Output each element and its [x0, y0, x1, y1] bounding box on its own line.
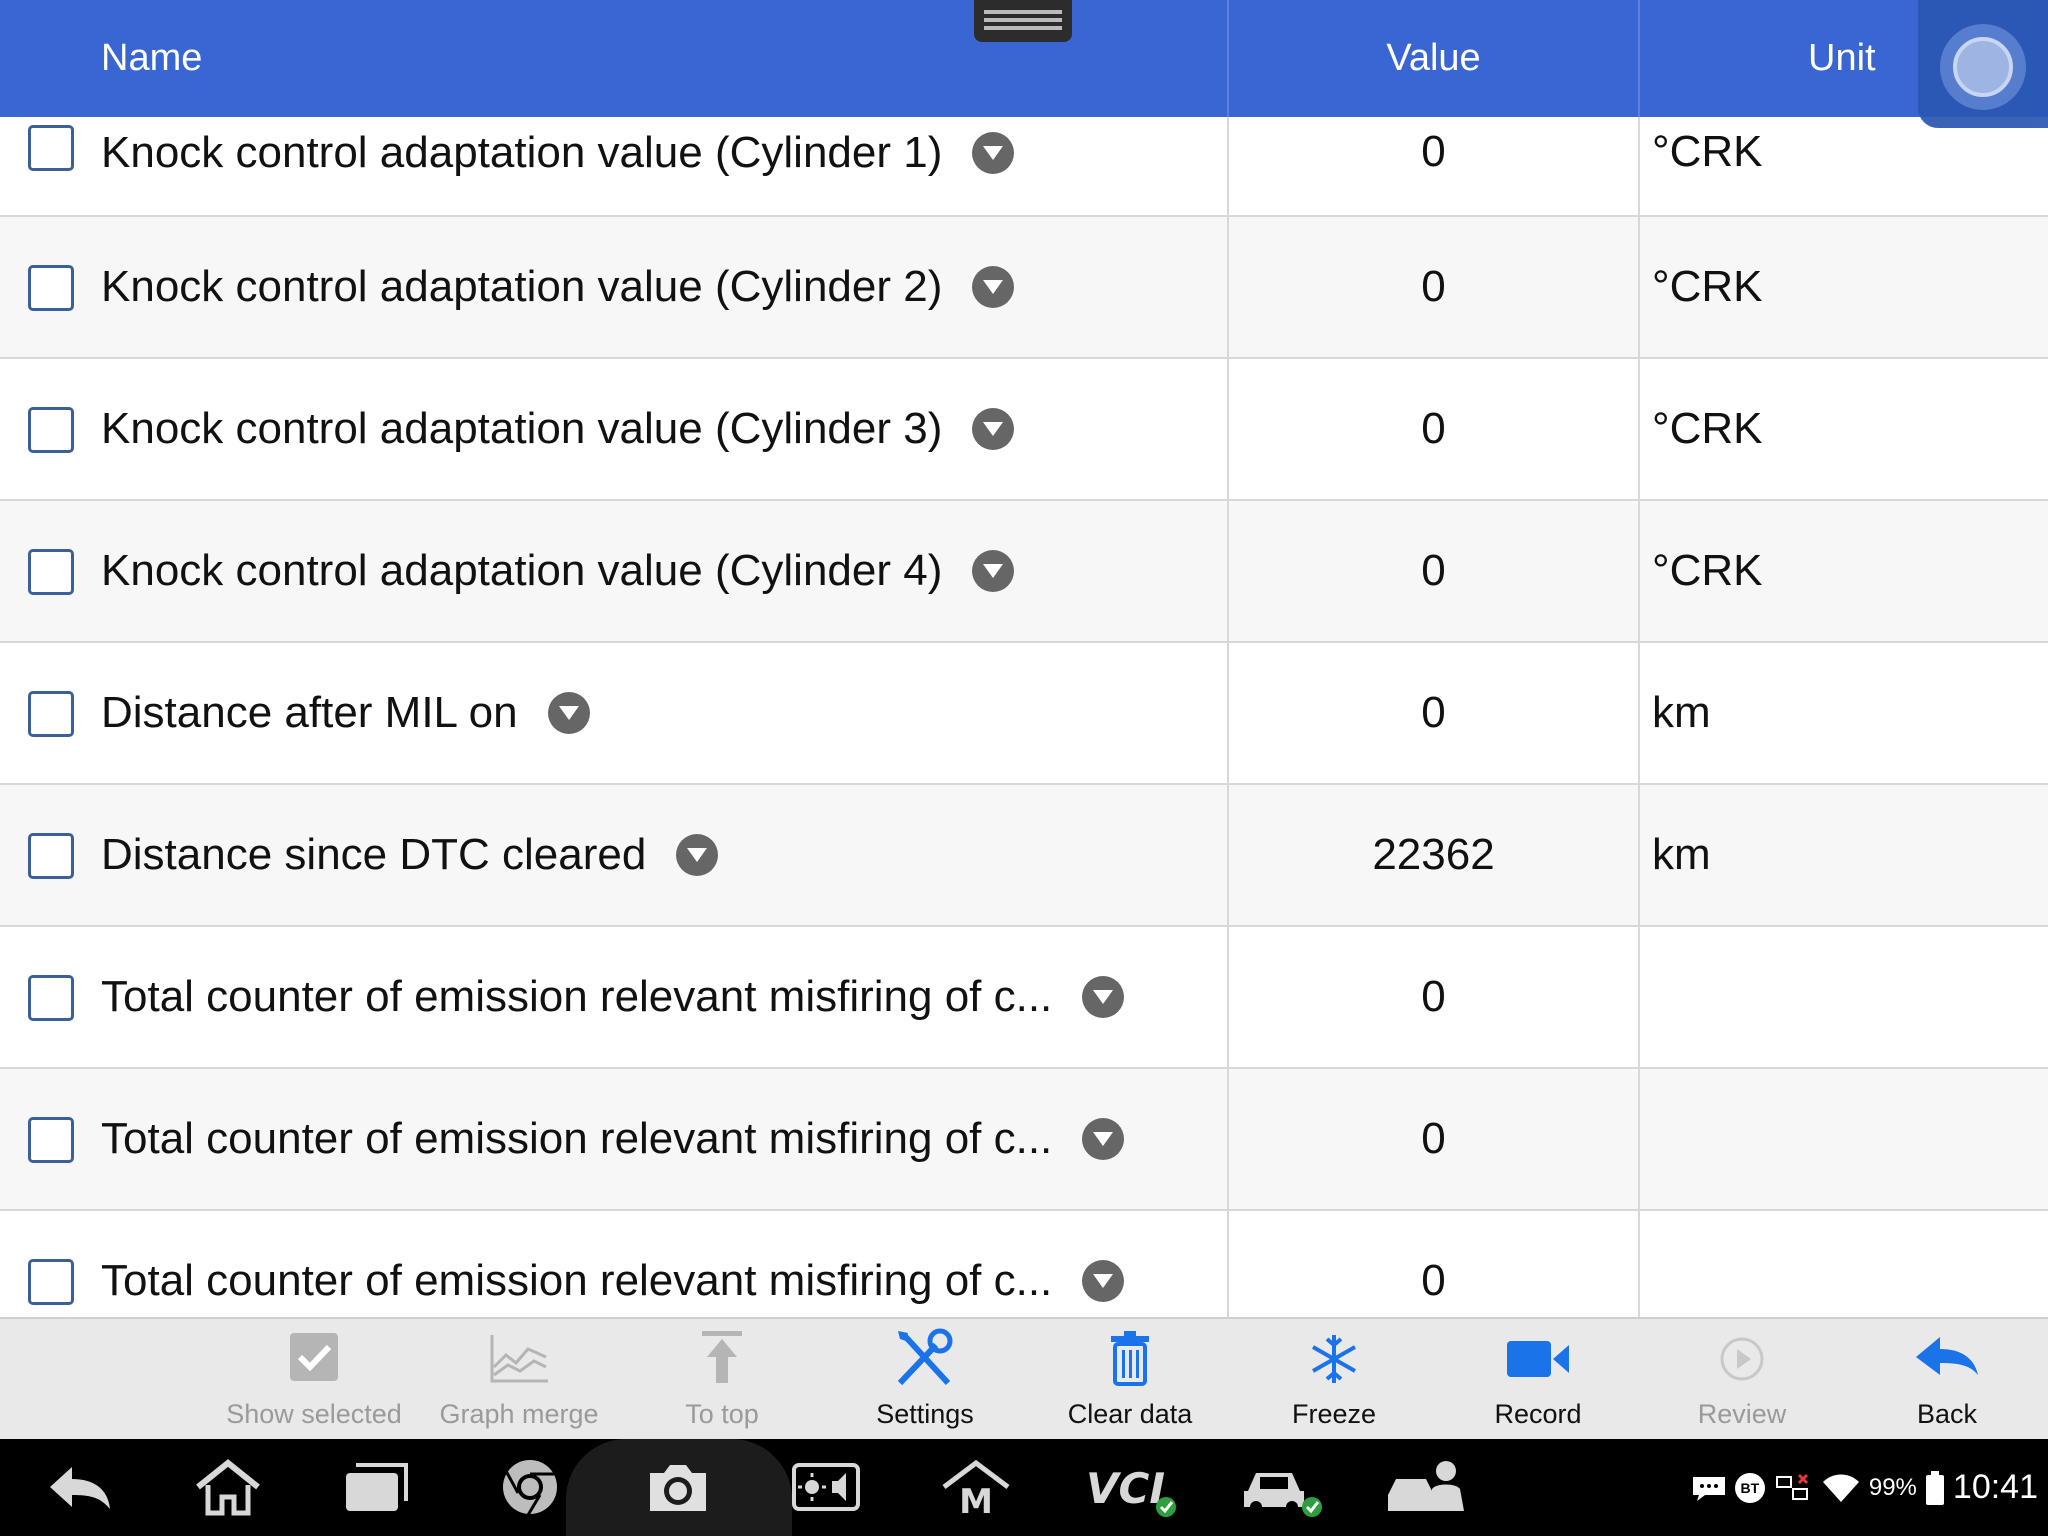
battery-percent: 99% [1868, 1473, 1917, 1501]
battery-icon [1925, 1470, 1944, 1505]
row-name: Knock control adaptation value (Cylinder… [101, 404, 943, 453]
dropdown-icon[interactable] [972, 132, 1015, 174]
column-header-value: Value [1227, 0, 1638, 117]
network-disconnected-icon [1775, 1473, 1808, 1500]
row-name: Distance since DTC cleared [101, 830, 647, 879]
to-top-button[interactable]: To top [627, 1319, 817, 1441]
row-name: Knock control adaptation value (Cylinder… [101, 546, 943, 595]
freeze-button[interactable]: Freeze [1239, 1319, 1429, 1441]
table-row[interactable]: Total counter of emission relevant misfi… [0, 927, 2048, 1069]
maxifix-icon[interactable]: M [940, 1455, 1012, 1519]
row-name: Total counter of emission relevant misfi… [101, 1256, 1053, 1305]
row-unit: °CRK [1638, 359, 2048, 499]
home-icon[interactable] [192, 1455, 264, 1519]
row-unit [1638, 927, 2048, 1067]
table-row[interactable]: Distance since DTC cleared 22362 km [0, 785, 2048, 927]
clear-data-button[interactable]: Clear data [1035, 1319, 1225, 1441]
table-row[interactable]: Knock control adaptation value (Cylinder… [0, 359, 2048, 501]
arrow-up-icon [702, 1331, 742, 1383]
row-value: 0 [1227, 217, 1638, 357]
brightness-volume-icon[interactable] [790, 1455, 862, 1519]
row-name: Knock control adaptation value (Cylinder… [101, 262, 943, 311]
show-selected-button[interactable]: Show selected [219, 1319, 409, 1441]
data-stream-list[interactable]: Knock control adaptation value (Cylinder… [0, 117, 2048, 1317]
table-row[interactable]: Total counter of emission relevant misfi… [0, 1069, 2048, 1211]
wifi-icon [1822, 1474, 1859, 1502]
trash-icon [1111, 1331, 1149, 1386]
svg-text:M: M [959, 1482, 993, 1519]
row-unit: km [1638, 785, 2048, 925]
clock: 10:41 [1952, 1468, 2038, 1506]
row-value: 0 [1227, 643, 1638, 783]
row-value: 0 [1227, 117, 1638, 215]
bottom-toolbar: Show selected Graph merge To top Setting… [0, 1317, 2048, 1439]
column-header-name: Name [101, 37, 203, 79]
wrench-screwdriver-icon [897, 1328, 953, 1386]
row-value: 0 [1227, 1211, 1638, 1317]
browser-icon[interactable] [494, 1455, 566, 1519]
bluetooth-badge: BT [1734, 1472, 1765, 1503]
video-camera-icon [1507, 1341, 1569, 1377]
dropdown-icon[interactable] [972, 408, 1015, 450]
row-unit: °CRK [1638, 117, 2048, 215]
row-unit: °CRK [1638, 501, 2048, 641]
row-unit: °CRK [1638, 217, 2048, 357]
system-back-icon[interactable] [44, 1455, 116, 1519]
remote-expert-icon[interactable] [1384, 1455, 1470, 1519]
table-row[interactable]: Knock control adaptation value (Cylinder… [0, 217, 2048, 359]
row-value: 0 [1227, 501, 1638, 641]
table-row[interactable]: Knock control adaptation value (Cylinder… [0, 501, 2048, 643]
table-row[interactable]: Distance after MIL on 0 km [0, 643, 2048, 785]
settings-button[interactable]: Settings [830, 1319, 1020, 1441]
back-button[interactable]: Back [1852, 1319, 2042, 1441]
row-name: Distance after MIL on [101, 688, 518, 737]
row-value: 0 [1227, 1069, 1638, 1209]
vci-status-icon[interactable]: VCI [1082, 1455, 1178, 1519]
dropdown-icon[interactable] [676, 834, 719, 876]
row-name: Total counter of emission relevant misfi… [101, 972, 1053, 1021]
row-unit: km [1638, 643, 2048, 783]
table-row[interactable]: Total counter of emission relevant misfi… [0, 1211, 2048, 1317]
dropdown-icon[interactable] [972, 266, 1015, 308]
record-button[interactable]: Record [1443, 1319, 1633, 1441]
dropdown-icon[interactable] [1082, 976, 1125, 1018]
checkbox-checked-icon [290, 1333, 338, 1381]
row-name: Knock control adaptation value (Cylinder… [101, 128, 943, 177]
row-value: 0 [1227, 359, 1638, 499]
play-circle-icon [1720, 1337, 1764, 1381]
row-name: Total counter of emission relevant misfi… [101, 1114, 1053, 1163]
snowflake-icon [1312, 1335, 1356, 1383]
review-button[interactable]: Review [1647, 1319, 1837, 1441]
dropdown-icon[interactable] [1082, 1260, 1125, 1302]
row-unit [1638, 1211, 2048, 1317]
back-arrow-icon [1916, 1337, 1978, 1375]
recent-apps-icon[interactable] [340, 1455, 412, 1519]
row-unit [1638, 1069, 2048, 1209]
svg-text:VCI: VCI [1086, 1464, 1165, 1513]
graph-icon [490, 1335, 548, 1383]
status-area: BT 99% 10:41 [1691, 1439, 2038, 1536]
table-row[interactable]: Knock control adaptation value (Cylinder… [0, 117, 2048, 217]
camera-icon[interactable] [642, 1455, 714, 1519]
floating-assist-button[interactable] [1918, 0, 2048, 128]
row-value: 22362 [1227, 785, 1638, 925]
row-value: 0 [1227, 927, 1638, 1067]
graph-merge-button[interactable]: Graph merge [424, 1319, 614, 1441]
drag-handle-icon[interactable] [974, 0, 1072, 42]
dropdown-icon[interactable] [547, 692, 590, 734]
message-icon [1692, 1476, 1725, 1501]
dropdown-icon[interactable] [972, 550, 1015, 592]
dropdown-icon[interactable] [1082, 1118, 1125, 1160]
vehicle-connected-icon[interactable] [1240, 1455, 1326, 1519]
